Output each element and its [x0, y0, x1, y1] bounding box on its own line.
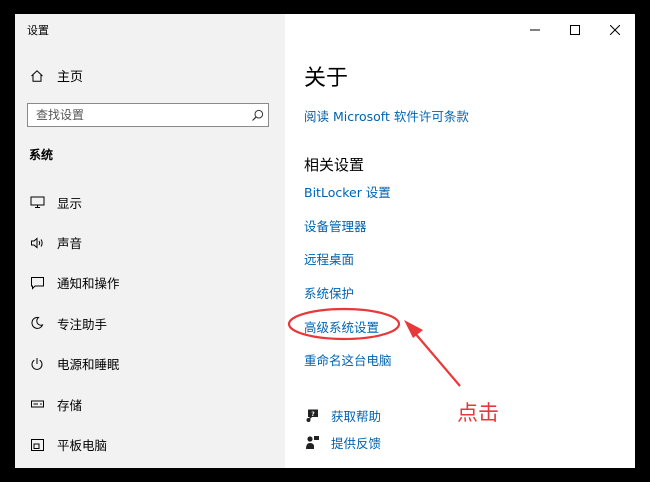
sidebar: 设置 主页 系统 显示 声	[15, 14, 285, 468]
speaker-icon	[29, 235, 45, 251]
search-icon[interactable]	[246, 104, 268, 126]
notification-icon	[29, 275, 45, 291]
sidebar-section-system: 系统	[29, 148, 54, 162]
tablet-icon	[29, 437, 45, 453]
window-title: 设置	[27, 24, 49, 37]
give-feedback-link[interactable]: 提供反馈	[304, 433, 381, 452]
sidebar-home[interactable]: 主页	[29, 66, 83, 85]
sidebar-item-label: 显示	[57, 195, 83, 211]
advanced-system-settings-link[interactable]: 高级系统设置	[304, 317, 379, 336]
close-icon	[609, 20, 621, 39]
related-settings-heading: 相关设置	[304, 156, 365, 174]
sidebar-nav: 显示 声音 通知和操作 专注助手 电源和睡眠 存储 平板电脑	[15, 182, 285, 465]
system-protection-link[interactable]: 系统保护	[304, 283, 354, 302]
minimize-icon	[530, 20, 540, 39]
sidebar-item-storage[interactable]: 存储	[15, 384, 285, 424]
maximize-button[interactable]	[555, 14, 595, 44]
settings-window: 设置 主页 系统 显示 声	[15, 14, 635, 468]
search-input[interactable]	[28, 105, 246, 125]
power-icon	[29, 356, 45, 372]
get-help-link[interactable]: ? 获取帮助	[304, 406, 381, 425]
sidebar-item-label: 通知和操作	[57, 276, 120, 292]
svg-text:?: ?	[311, 411, 315, 418]
window-controls	[515, 14, 635, 44]
device-manager-link[interactable]: 设备管理器	[304, 216, 367, 235]
sidebar-item-display[interactable]: 显示	[15, 182, 285, 222]
sidebar-item-power-sleep[interactable]: 电源和睡眠	[15, 344, 285, 384]
sidebar-item-label: 专注助手	[57, 316, 108, 332]
page-title: 关于	[304, 66, 349, 91]
sidebar-item-tablet[interactable]: 平板电脑	[15, 424, 285, 464]
sidebar-item-notifications[interactable]: 通知和操作	[15, 263, 285, 303]
license-terms-link[interactable]: 阅读 Microsoft 软件许可条款	[304, 106, 469, 125]
minimize-button[interactable]	[515, 14, 555, 44]
home-icon	[29, 68, 45, 84]
remote-desktop-link[interactable]: 远程桌面	[304, 249, 354, 268]
bitlocker-settings-link[interactable]: BitLocker 设置	[304, 182, 391, 201]
get-help-label: 获取帮助	[331, 409, 382, 424]
sidebar-item-label: 平板电脑	[57, 438, 108, 454]
search-box[interactable]	[27, 103, 269, 127]
give-feedback-label: 提供反馈	[331, 436, 382, 451]
monitor-icon	[29, 194, 45, 210]
feedback-icon	[304, 435, 320, 451]
sidebar-home-label: 主页	[57, 70, 84, 85]
annotation-text: 点击	[457, 401, 499, 425]
storage-icon	[29, 396, 45, 412]
sidebar-item-focus-assist[interactable]: 专注助手	[15, 303, 285, 343]
close-button[interactable]	[595, 14, 635, 44]
help-chat-icon: ?	[304, 408, 320, 424]
sidebar-item-label: 声音	[57, 236, 83, 252]
sidebar-item-label: 存储	[57, 397, 83, 413]
rename-pc-link[interactable]: 重命名这台电脑	[304, 350, 392, 369]
sidebar-item-label: 电源和睡眠	[57, 357, 120, 373]
maximize-icon	[570, 20, 580, 39]
sidebar-item-sound[interactable]: 声音	[15, 222, 285, 262]
moon-icon	[29, 315, 45, 331]
